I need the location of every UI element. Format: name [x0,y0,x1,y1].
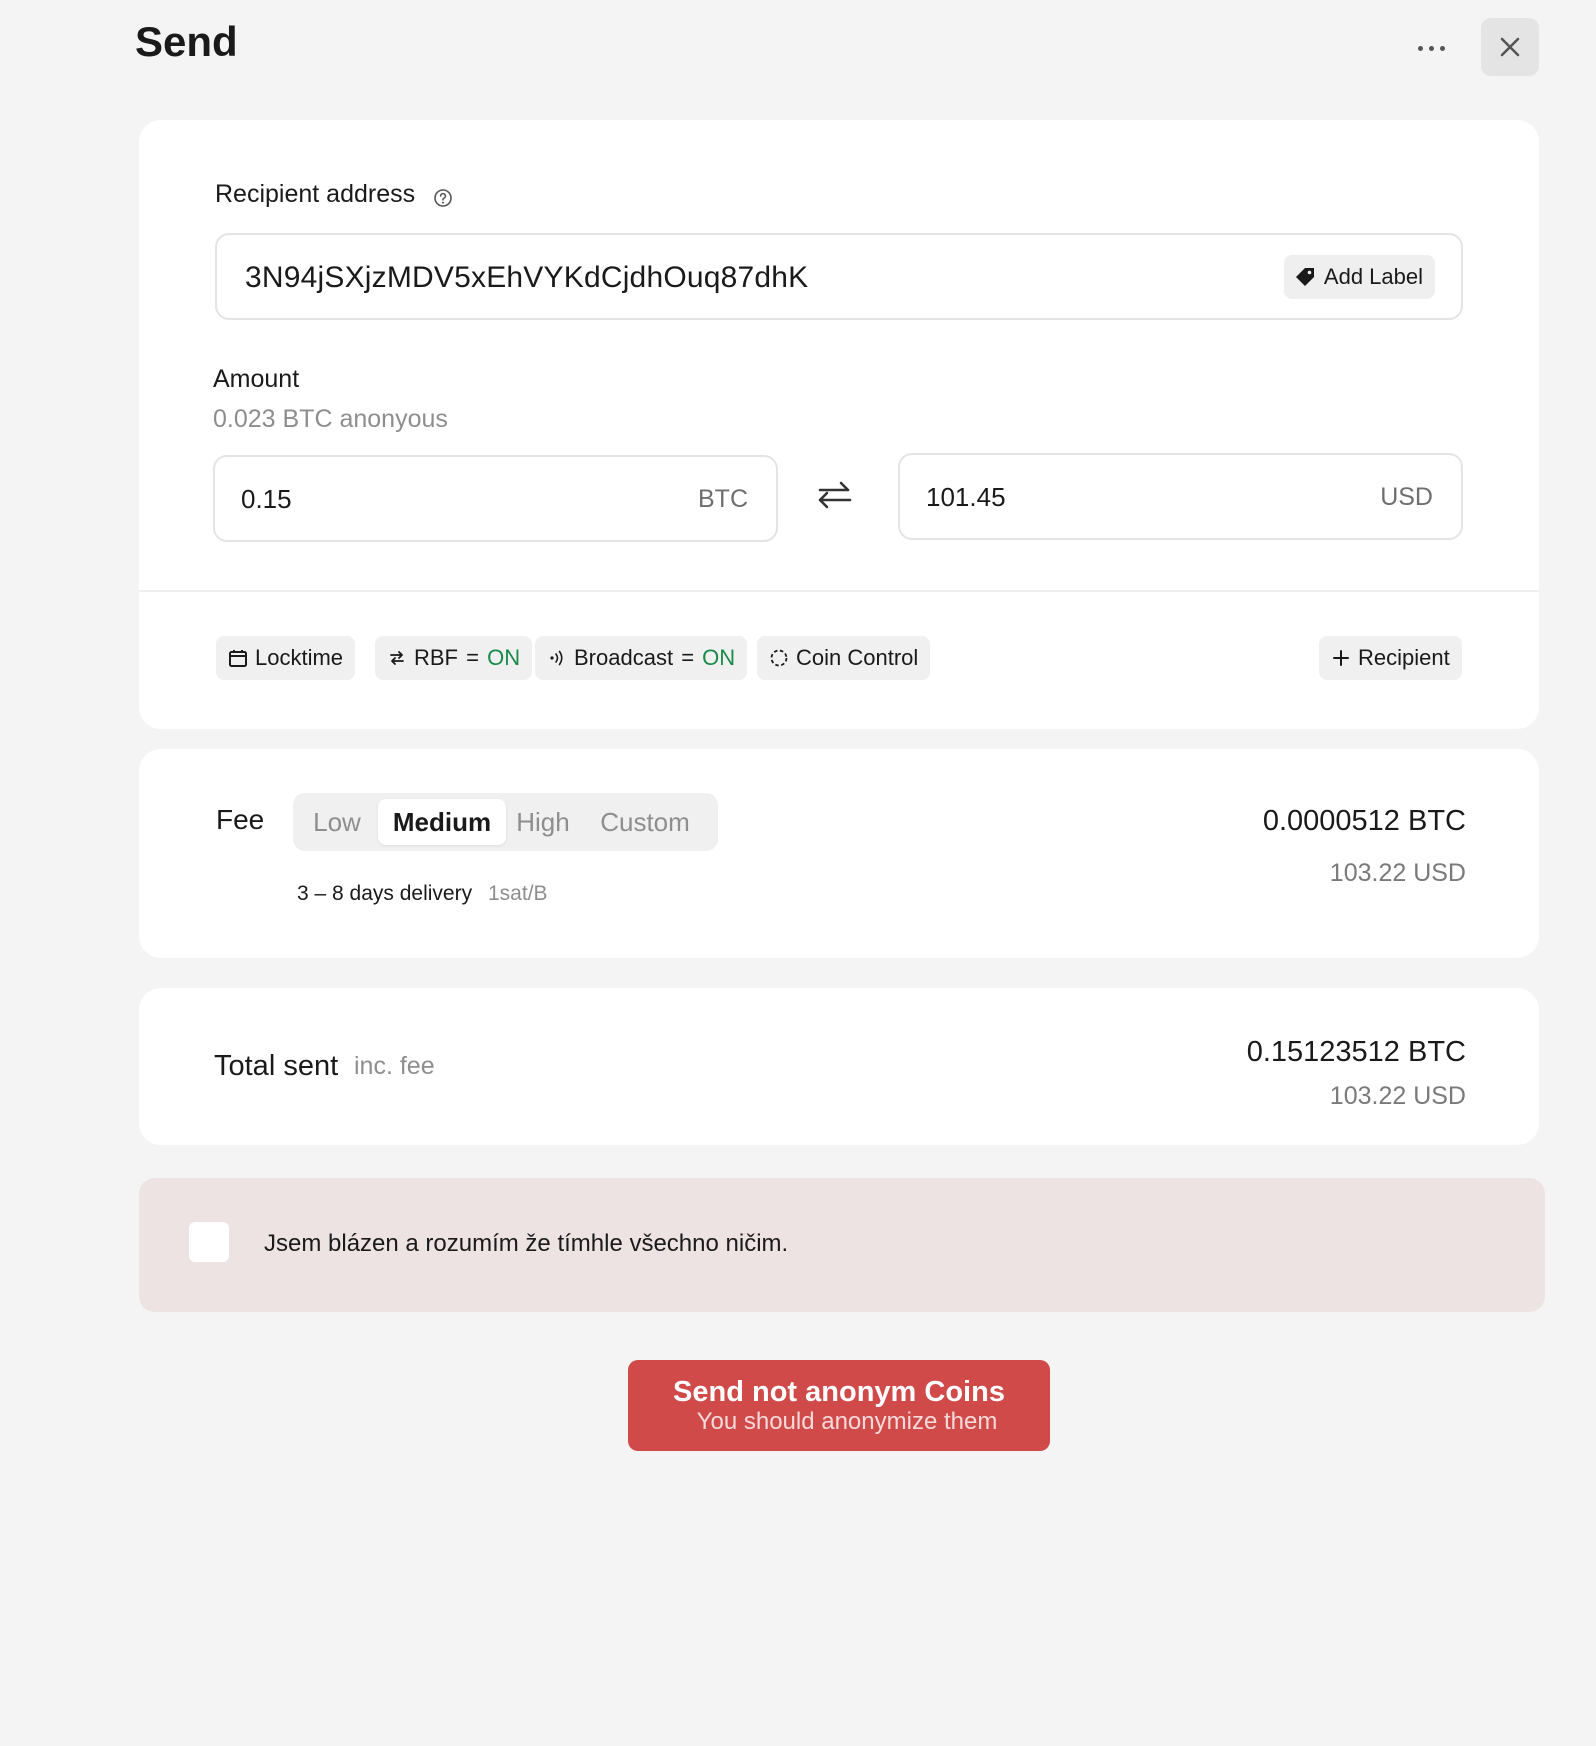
usd-unit: USD [1380,483,1433,511]
rbf-toggle[interactable]: RBF = ON [375,636,533,680]
fee-rate: 1sat/B [488,882,548,905]
tag-icon [1295,268,1314,286]
fee-delivery-time: 3 – 8 days delivery [297,882,473,905]
rbf-equals: = [466,645,479,670]
page-title: Send [135,18,238,65]
usd-amount-field[interactable]: 101.45 USD [898,453,1463,540]
replace-arrows-icon [390,651,404,665]
add-recipient-button[interactable]: Recipient [1319,636,1462,680]
swap-arrows-icon[interactable] [817,480,853,510]
fee-card: Fee Low Medium High Custom 3 – 8 days de… [139,749,1539,958]
fee-btc-amount: 0.0000512 BTC [1262,805,1466,837]
close-button[interactable] [1481,18,1539,76]
locktime-button[interactable]: Locktime [216,636,356,680]
coin-control-label: Coin Control [796,645,919,670]
rbf-state: ON [487,645,521,670]
recipient-address-field[interactable]: 3N94jSXjzMDV5xEhVYKdCjdhOuq87dhK Add Lab… [215,233,1463,320]
send-button-sublabel: You should anonymize them [696,1407,998,1435]
amount-label: Amount [213,365,300,393]
send-button[interactable]: Send not anonym Coins You should anonymi… [628,1360,1050,1451]
fee-tab-medium[interactable]: Medium [378,799,506,845]
locktime-label: Locktime [255,645,344,670]
confirm-text: Jsem blázen a rozumím že tímhle všechno … [264,1230,789,1257]
help-circle-icon[interactable] [433,188,453,208]
add-label-button[interactable]: Add Label [1283,255,1435,299]
fee-label: Fee [216,804,265,835]
total-card: Total sent inc. fee 0.15123512 BTC 103.2… [139,988,1539,1145]
total-usd-amount: 103.22 USD [1329,1082,1466,1110]
recipient-address-value[interactable]: 3N94jSXjzMDV5xEhVYKdCjdhOuq87dhK [245,261,808,295]
send-page: Send Recipient address 3N94jSXjzMDV5xEhV… [0,0,1596,1746]
plus-icon [1333,650,1349,666]
rbf-label: RBF [414,645,458,670]
recipient-label: Recipient address [215,180,416,208]
fee-tabs: Low Medium High Custom [293,793,718,851]
close-icon [1500,37,1520,57]
coin-control-button[interactable]: Coin Control [757,636,931,680]
fee-tab-custom[interactable]: Custom [589,799,701,845]
available-balance: 0.023 BTC anonyous [213,405,448,433]
total-inc-fee-label: inc. fee [354,1052,435,1080]
btc-unit: BTC [698,485,748,513]
total-sent-label: Total sent [214,1050,339,1082]
broadcast-toggle[interactable]: Broadcast = ON [535,636,748,680]
fee-usd-amount: 103.22 USD [1329,859,1466,887]
dashed-circle-icon [770,649,788,667]
more-horizontal-icon [1417,45,1445,51]
btc-amount-field[interactable]: 0.15 BTC [213,455,778,542]
total-btc-amount: 0.15123512 BTC [1246,1036,1466,1068]
broadcast-state: ON [702,645,736,670]
confirmation-box: Jsem blázen a rozumím že tímhle všechno … [139,1178,1545,1312]
more-options-button[interactable] [1405,28,1457,68]
usd-amount-value[interactable]: 101.45 [926,482,1006,513]
recipient-card: Recipient address 3N94jSXjzMDV5xEhVYKdCj… [139,120,1539,729]
confirm-checkbox[interactable] [189,1222,229,1262]
fee-tab-low[interactable]: Low [301,799,373,845]
btc-amount-value[interactable]: 0.15 [241,484,292,515]
send-button-label: Send not anonym Coins [673,1375,1005,1408]
broadcast-label: Broadcast [574,645,674,670]
fee-tab-high[interactable]: High [511,799,575,845]
card-divider [139,590,1539,592]
calendar-icon [229,650,247,667]
add-label-text: Add Label [1323,264,1423,289]
broadcast-icon [550,650,563,666]
broadcast-equals: = [681,645,695,670]
add-recipient-label: Recipient [1358,645,1450,670]
